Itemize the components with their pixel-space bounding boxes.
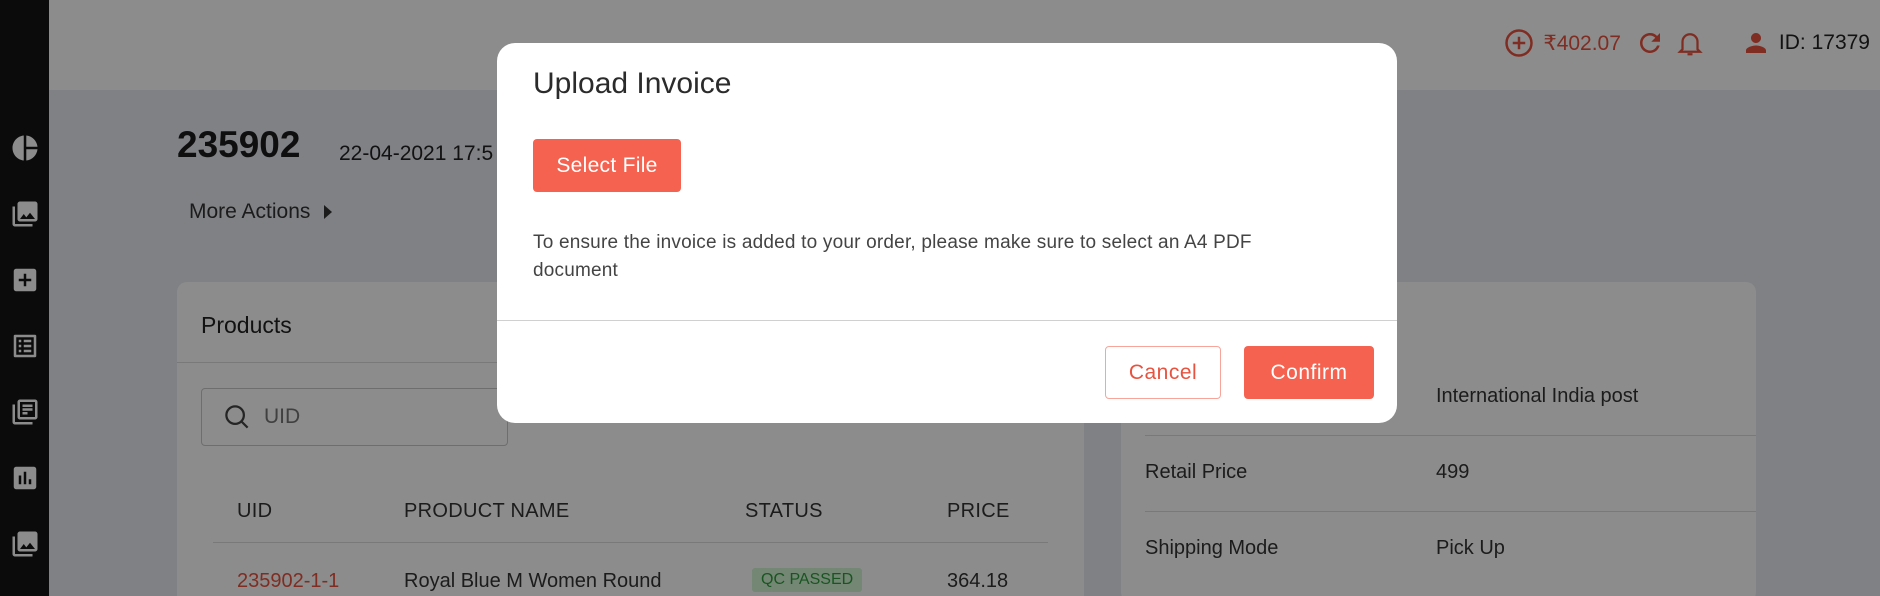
divider bbox=[497, 320, 1397, 321]
cancel-button[interactable]: Cancel bbox=[1105, 346, 1221, 399]
select-file-button[interactable]: Select File bbox=[533, 139, 681, 192]
modal-message: To ensure the invoice is added to your o… bbox=[533, 232, 1252, 281]
confirm-button[interactable]: Confirm bbox=[1244, 346, 1374, 399]
upload-invoice-modal: Upload Invoice Select File To ensure the… bbox=[497, 43, 1397, 423]
modal-title: Upload Invoice bbox=[533, 67, 732, 100]
